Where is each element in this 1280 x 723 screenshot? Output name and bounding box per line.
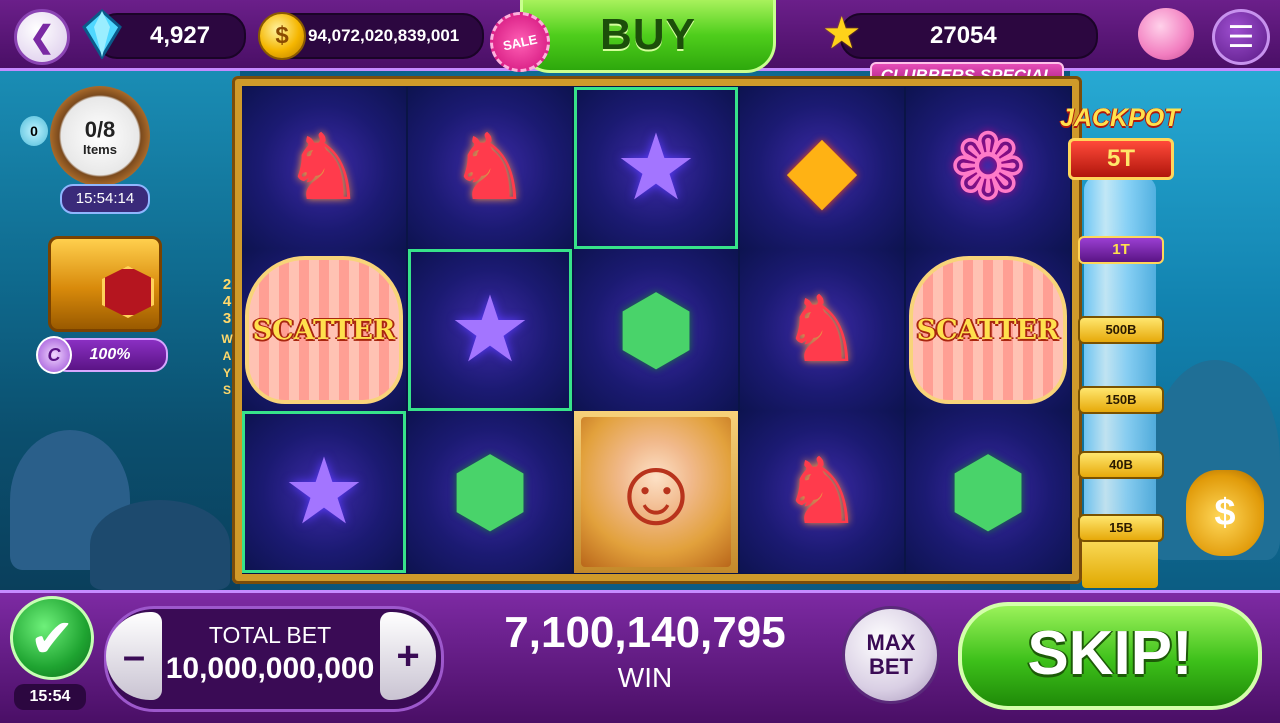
stars-value: 27054 xyxy=(930,22,997,49)
menu-button[interactable]: ☰ xyxy=(1212,9,1270,65)
total-bet-label: TOTAL BET xyxy=(208,622,332,648)
coin-icon: $ xyxy=(258,12,306,60)
reel-cell-seahorse: ♞ xyxy=(740,249,904,411)
quest-items-label: Items xyxy=(83,142,117,157)
coins-value: 94,072,020,839,001 xyxy=(308,26,460,45)
scatter-label: SCATTER xyxy=(916,314,1060,346)
seahorse-icon: ♞ xyxy=(780,279,864,381)
star-icon: ★ xyxy=(822,9,862,58)
reel-cell-seahorse: ♞ xyxy=(740,411,904,573)
skip-button[interactable]: SKIP! xyxy=(958,602,1262,710)
win-amount: 7,100,140,795 xyxy=(504,608,786,657)
reel-cell-starfish: ★ xyxy=(574,87,738,249)
turtle-icon: ⬢ xyxy=(947,441,1029,543)
max-bet-button[interactable]: MAX BET xyxy=(842,606,940,704)
quest-progress-count: 0/8 xyxy=(84,117,116,142)
stars-balance[interactable]: 27054 xyxy=(840,13,1098,59)
back-button[interactable]: ❮ xyxy=(14,9,70,65)
total-bet-value: 10,000,000,000 xyxy=(165,652,375,685)
jackpot-tier: 1T xyxy=(1078,236,1164,264)
max-bet-line2: BET xyxy=(869,654,913,679)
chevron-left-icon: ❮ xyxy=(29,20,55,54)
ways-label: 243 WAYS xyxy=(214,276,240,436)
reel-cell-scatter: SCATTER xyxy=(906,249,1070,411)
reel-cell-starfish: ★ xyxy=(242,411,406,573)
scatter-shell-icon: SCATTER xyxy=(909,256,1067,404)
reel-cell-scatter: SCATTER xyxy=(242,249,406,411)
coral-decoration xyxy=(90,500,230,590)
reel-cell-mermaid: ☺ xyxy=(574,411,738,573)
scatter-label: SCATTER xyxy=(252,314,396,346)
reel-cell-starfish: ★ xyxy=(408,249,572,411)
reel-cell-fish: ◆ xyxy=(740,87,904,249)
lightbulb-icon[interactable]: 0 xyxy=(20,116,48,146)
jackpot-title: JACKPOT xyxy=(1060,104,1180,132)
max-bet-line1: MAX xyxy=(866,630,916,655)
ways-text: WAYS xyxy=(221,332,233,397)
jackpot-tier: 150B xyxy=(1078,386,1164,414)
seahorse-icon: ♞ xyxy=(282,117,366,219)
gems-value: 4,927 xyxy=(150,22,211,49)
scatter-shell-icon: SCATTER xyxy=(245,256,403,404)
mermaid-face-icon: ☺ xyxy=(606,438,705,545)
reel-cell-seahorse: ♞ xyxy=(408,87,572,249)
fish-icon: ◆ xyxy=(786,117,858,219)
win-label: WIN xyxy=(617,662,673,693)
hamburger-icon: ☰ xyxy=(1227,20,1255,54)
jackpot-value: 5T xyxy=(1068,138,1174,180)
reel-cell-seahorse: ♞ xyxy=(242,87,406,249)
seahorse-icon: ♞ xyxy=(780,441,864,543)
reel-cell-turtle: ⬢ xyxy=(906,411,1070,573)
slot-reels: ♞ SCATTER ★ ♞ ★ ⬢ ★ ⬢ ☺ ◆ ♞ ♞ ❁ SCATTER ⬢ xyxy=(242,86,1072,574)
turtle-icon: ⬢ xyxy=(615,279,697,381)
bulb-count: 0 xyxy=(30,123,38,139)
reel-cell-turtle: ⬢ xyxy=(408,411,572,573)
jackpot-tier: 40B xyxy=(1078,451,1164,479)
checkmark-icon: ✔ xyxy=(29,608,75,669)
money-bag-icon[interactable]: $ xyxy=(1186,470,1264,556)
starfish-icon: ★ xyxy=(448,279,532,381)
reel-cell-turtle: ⬢ xyxy=(574,249,738,411)
clubber-badge: C xyxy=(36,336,72,374)
starfish-icon: ★ xyxy=(614,117,698,219)
autospin-button[interactable]: ✔ xyxy=(10,596,94,680)
turtle-icon: ⬢ xyxy=(449,441,531,543)
jackpot-tier: 500B xyxy=(1078,316,1164,344)
reel-cell-shell: ❁ xyxy=(906,87,1070,249)
buy-button[interactable]: BUY xyxy=(520,0,776,73)
diamond-icon xyxy=(82,9,122,59)
autospin-timer: 15:54 xyxy=(14,684,86,710)
jackpot-tier: 15B xyxy=(1078,514,1164,542)
quest-timer: 15:54:14 xyxy=(60,184,150,214)
ways-number: 243 xyxy=(222,276,232,327)
piggy-bank-icon[interactable] xyxy=(1138,8,1194,60)
mermaid-wild-icon: ☺ xyxy=(581,417,731,567)
starfish-icon: ★ xyxy=(282,441,366,543)
shell-icon: ❁ xyxy=(949,117,1027,219)
seahorse-icon: ♞ xyxy=(448,117,532,219)
